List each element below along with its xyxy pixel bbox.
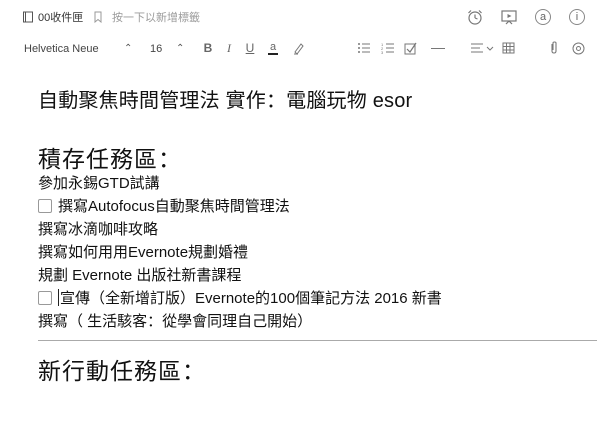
note-meta-bar: 00收件匣 按一下以新增標籤 a i	[0, 0, 597, 34]
notebook-selector[interactable]: 00收件匣	[22, 9, 83, 25]
task-line: 參加永錫GTD試講	[38, 175, 160, 192]
tag-placeholder: 按一下以新增標籤	[112, 12, 200, 24]
task-line: 撰寫冰滴咖啡攻略	[38, 221, 159, 238]
reminder-alarm-icon[interactable]	[465, 7, 485, 27]
section-backlog-heading: 積存任務區：	[38, 146, 182, 172]
horizontal-rule-icon[interactable]	[430, 40, 446, 56]
task-line: 規劃 Evernote 出版社新書課程	[38, 267, 242, 284]
font-size-value: 16	[150, 43, 163, 55]
text-cursor	[58, 289, 59, 306]
bold-icon[interactable]: B	[200, 40, 216, 56]
table-icon[interactable]	[500, 40, 516, 56]
underline-icon[interactable]: U	[242, 40, 258, 56]
tag-field[interactable]: 按一下以新增標籤	[92, 9, 200, 25]
text-color-icon[interactable]: a	[265, 40, 281, 56]
section-new-actions-heading: 新行動任務區：	[38, 358, 206, 384]
horizontal-rule	[38, 340, 597, 341]
task-checkbox[interactable]	[38, 290, 52, 305]
svg-text:3: 3	[381, 50, 384, 54]
task-checkbox[interactable]	[38, 198, 52, 213]
note-title[interactable]: 自動聚焦時間管理法 實作：電腦玩物 esor	[38, 84, 412, 113]
bullet-list-icon[interactable]	[356, 40, 372, 56]
italic-icon[interactable]: I	[221, 40, 237, 56]
presentation-icon[interactable]	[499, 7, 519, 27]
font-size-chevron-icon[interactable]: ⌃	[176, 43, 184, 54]
formatting-toolbar: Helvetica Neue ⌃ 16 ⌃ B I U a 123	[0, 34, 597, 64]
notebook-name: 00收件匣	[38, 12, 84, 24]
highlighter-icon[interactable]	[290, 40, 306, 56]
task-line: 撰寫如何用用Evernote規劃婚禮	[38, 244, 249, 261]
checkbox-icon[interactable]	[402, 40, 418, 56]
font-family-value: Helvetica Neue	[24, 43, 99, 55]
alignment-icon[interactable]	[470, 40, 496, 56]
info-icon[interactable]: i	[567, 7, 587, 27]
notebook-icon	[23, 11, 33, 23]
tag-icon	[94, 11, 102, 23]
font-size-select[interactable]: 16	[150, 43, 162, 55]
font-family-chevron-icon[interactable]: ⌃	[124, 43, 132, 54]
font-family-select[interactable]: Helvetica Neue	[24, 43, 99, 55]
numbered-list-icon[interactable]: 123	[380, 40, 396, 56]
task-line: 撰寫（ 生活駭客：從學會同理自己開始）	[38, 313, 313, 330]
more-options-icon[interactable]	[570, 40, 586, 56]
task-line-checkbox: 宣傳（全新增訂版）Evernote的100個筆記方法 2016 新書	[38, 287, 442, 308]
attachment-icon[interactable]	[546, 40, 562, 56]
share-at-icon[interactable]: a	[533, 7, 553, 27]
task-line-checkbox: 撰寫Autofocus自動聚焦時間管理法	[38, 195, 290, 216]
